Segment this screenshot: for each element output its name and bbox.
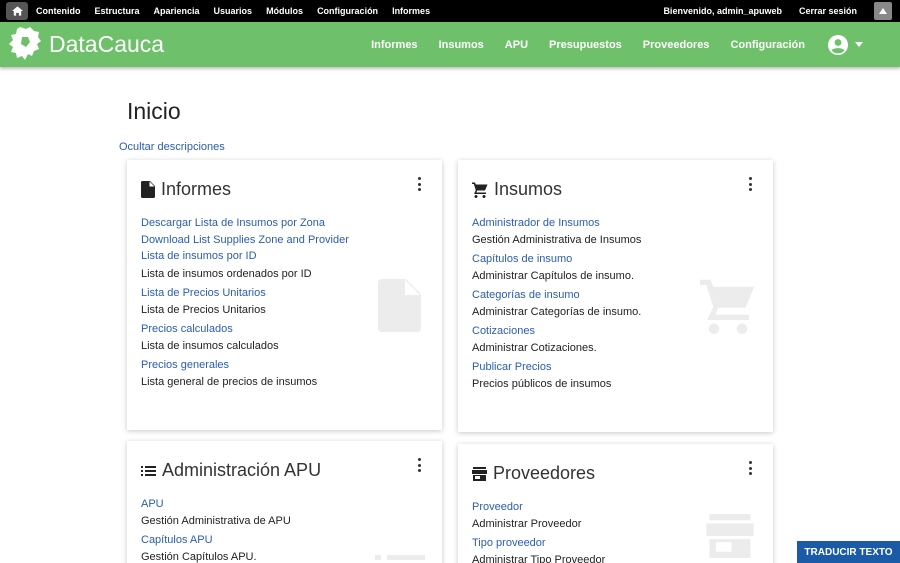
admin-menu-modulos[interactable]: Módulos: [266, 6, 303, 16]
nav-insumos[interactable]: Insumos: [439, 39, 484, 51]
link-apu[interactable]: APU: [141, 498, 291, 515]
more-options-icon[interactable]: [416, 458, 422, 472]
link-precios-generales[interactable]: Precios generales: [141, 359, 349, 376]
welcome-user-link[interactable]: Bienvenido, admin_apuweb: [663, 6, 782, 16]
card-link-list: Administrador de Insumos Gestión Adminis…: [472, 217, 641, 395]
card-header: Informes: [141, 179, 231, 200]
nav-apu[interactable]: APU: [505, 39, 528, 51]
admin-user-area: Bienvenido, admin_apuweb Cerrar sesión: [663, 0, 900, 22]
link-descargar-lista-insumos-zona[interactable]: Descargar Lista de Insumos por Zona: [141, 217, 349, 234]
cauca-map-logo-icon[interactable]: [8, 25, 42, 63]
user-menu[interactable]: [828, 34, 884, 55]
card-title: Insumos: [494, 179, 563, 199]
home-icon[interactable]: [6, 2, 28, 20]
main-nav: Informes Insumos APU Presupuestos Provee…: [371, 22, 900, 67]
admin-menu-apariencia[interactable]: Apariencia: [154, 6, 200, 16]
link-description: Gestión Capítulos APU.: [141, 551, 257, 563]
document-icon: [141, 181, 155, 198]
more-options-icon[interactable]: [416, 177, 422, 191]
card-title: Proveedores: [493, 463, 596, 483]
admin-menu-informes[interactable]: Informes: [392, 6, 430, 16]
chevron-down-icon: [855, 42, 863, 47]
link-description: Administrar Cotizaciones.: [472, 342, 597, 354]
link-cotizaciones[interactable]: Cotizaciones: [472, 325, 641, 342]
link-description: Lista general de precios de insumos: [141, 376, 318, 388]
link-description: Lista de insumos calculados: [141, 340, 279, 352]
card-insumos: Insumos Administrador de Insumos Gestión…: [458, 160, 773, 432]
admin-menu-usuarios[interactable]: Usuarios: [214, 6, 253, 16]
card-link-list: APU Gestión Administrativa de APU Capítu…: [141, 498, 291, 563]
logout-link[interactable]: Cerrar sesión: [799, 6, 857, 16]
card-link-list: Descargar Lista de Insumos por Zona Down…: [141, 217, 349, 393]
more-options-icon[interactable]: [747, 461, 753, 475]
admin-menu-estructura[interactable]: Estructura: [95, 6, 140, 16]
link-tipo-proveedor[interactable]: Tipo proveedor: [472, 537, 605, 554]
link-description: Administrar Capítulos de insumo.: [472, 270, 635, 282]
link-description: Precios públicos de insumos: [472, 378, 612, 390]
card-header: Insumos: [472, 179, 562, 200]
card-link-list: Proveedor Administrar Proveedor Tipo pro…: [472, 501, 605, 563]
card-title: Informes: [161, 179, 232, 199]
link-lista-precios-unitarios[interactable]: Lista de Precios Unitarios: [141, 287, 349, 304]
link-description: Gestión Administrativa de Insumos: [472, 234, 642, 246]
list-icon: [141, 465, 156, 476]
nav-configuracion[interactable]: Configuración: [730, 39, 805, 51]
link-description: Administrar Categorías de insumo.: [472, 306, 642, 318]
nav-presupuestos[interactable]: Presupuestos: [549, 39, 622, 51]
site-brand[interactable]: DataCauca: [49, 31, 164, 58]
site-header: DataCauca Informes Insumos APU Presupues…: [0, 22, 900, 67]
card-administracion-apu: Administración APU APU Gestión Administr…: [127, 441, 442, 563]
account-circle-icon: [828, 34, 848, 55]
document-watermark-icon: [378, 279, 421, 332]
link-description: Lista de insumos ordenados por ID: [141, 268, 312, 280]
page-title: Inicio: [127, 98, 181, 124]
card-header: Proveedores: [472, 463, 595, 484]
link-categorias-insumo[interactable]: Categorías de insumo: [472, 289, 641, 306]
store-watermark-icon: [706, 514, 754, 558]
admin-menu: Contenido Estructura Apariencia Usuarios…: [36, 6, 444, 16]
link-publicar-precios[interactable]: Publicar Precios: [472, 361, 641, 378]
link-precios-calculados[interactable]: Precios calculados: [141, 323, 349, 340]
link-description: Lista de Precios Unitarios: [141, 304, 266, 316]
link-administrador-insumos[interactable]: Administrador de Insumos: [472, 217, 641, 234]
link-capitulos-apu[interactable]: Capítulos APU: [141, 534, 291, 551]
list-watermark-icon: [375, 555, 425, 560]
nav-informes[interactable]: Informes: [371, 39, 417, 51]
admin-menu-contenido[interactable]: Contenido: [36, 6, 81, 16]
admin-menu-configuracion[interactable]: Configuración: [317, 6, 378, 16]
link-description: Gestión Administrativa de APU: [141, 515, 291, 527]
link-capitulos-insumo[interactable]: Capítulos de insumo: [472, 253, 641, 270]
translate-text-button[interactable]: TRADUCIR TEXTO: [797, 541, 900, 563]
link-description: Administrar Proveedor: [472, 518, 582, 530]
card-proveedores: Proveedores Proveedor Administrar Provee…: [458, 444, 773, 563]
cart-icon: [472, 182, 488, 198]
cart-watermark-icon: [700, 279, 755, 334]
card-title: Administración APU: [162, 460, 322, 480]
link-lista-insumos-id[interactable]: Lista de insumos por ID: [141, 250, 349, 268]
link-proveedor[interactable]: Proveedor: [472, 501, 605, 518]
link-download-list-supplies[interactable]: Download List Supplies Zone and Provider: [141, 234, 349, 250]
store-icon: [472, 466, 487, 481]
nav-proveedores[interactable]: Proveedores: [643, 39, 710, 51]
toolbar-toggle-icon[interactable]: [874, 2, 892, 20]
link-description: Administrar Tipo Proveedor: [472, 554, 606, 563]
toggle-descriptions-link[interactable]: Ocultar descripciones: [119, 141, 225, 153]
more-options-icon[interactable]: [747, 177, 753, 191]
card-informes: Informes Descargar Lista de Insumos por …: [127, 160, 442, 430]
admin-toolbar: Contenido Estructura Apariencia Usuarios…: [0, 0, 900, 22]
card-header: Administración APU: [141, 460, 321, 481]
